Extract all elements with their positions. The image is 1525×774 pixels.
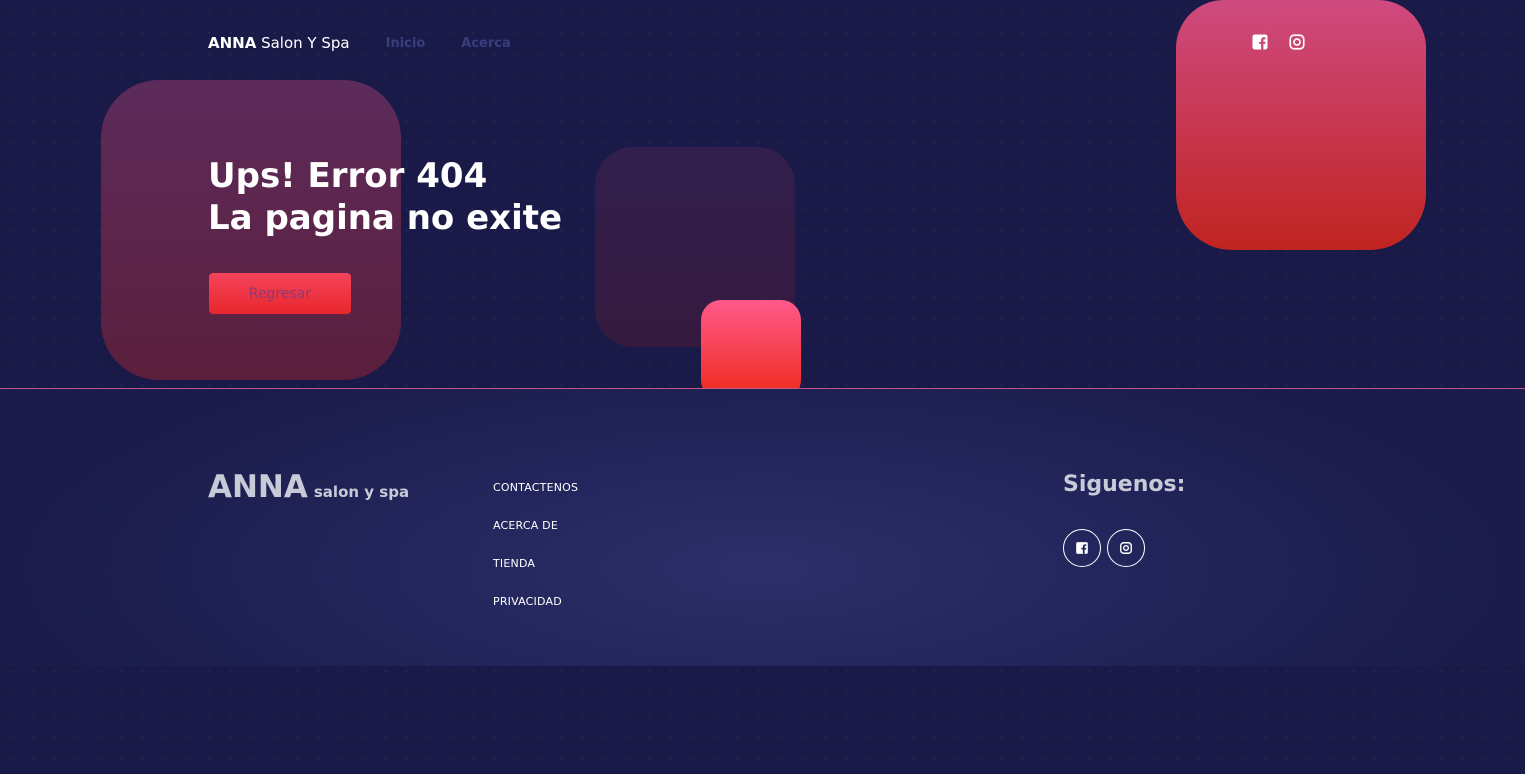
brand-name-rest: Salon Y Spa bbox=[256, 34, 350, 52]
error-subtitle: La pagina no exite bbox=[208, 198, 563, 238]
header-facebook-link[interactable] bbox=[1251, 33, 1269, 51]
footer-facebook-button[interactable] bbox=[1063, 529, 1101, 567]
footer-link-tienda[interactable]: TIENDA bbox=[493, 557, 535, 570]
error-headline: Ups! Error 404 La pagina no exite bbox=[208, 155, 562, 239]
footer-brand: ANNA salon y spa bbox=[208, 469, 409, 505]
instagram-icon bbox=[1120, 542, 1132, 554]
error-title: Ups! Error 404 bbox=[208, 156, 488, 196]
header-instagram-link[interactable] bbox=[1288, 33, 1306, 51]
facebook-icon bbox=[1076, 542, 1088, 554]
nav-link-inicio[interactable]: Inicio bbox=[386, 36, 426, 51]
decorative-shape-small bbox=[701, 300, 801, 388]
back-button[interactable]: Regresar bbox=[209, 273, 351, 314]
instagram-icon bbox=[1289, 34, 1305, 50]
hero-section: ANNA Salon Y Spa Inicio Acerca Ups! Erro… bbox=[0, 0, 1525, 388]
list-item: TIENDA bbox=[493, 552, 578, 590]
nav-link-acerca[interactable]: Acerca bbox=[461, 36, 510, 51]
footer-links: CONTACTENOS ACERCA DE TIENDA PRIVACIDAD bbox=[493, 476, 578, 628]
footer-instagram-button[interactable] bbox=[1107, 529, 1145, 567]
footer-social-links bbox=[1063, 529, 1145, 567]
facebook-icon bbox=[1252, 34, 1268, 50]
brand-name-bold: ANNA bbox=[208, 34, 257, 52]
top-navigation: ANNA Salon Y Spa Inicio Acerca bbox=[208, 32, 547, 54]
footer-brand-name: ANNA bbox=[208, 469, 308, 505]
footer-link-privacidad[interactable]: PRIVACIDAD bbox=[493, 595, 562, 608]
footer-link-contactenos[interactable]: CONTACTENOS bbox=[493, 481, 578, 494]
brand-logo[interactable]: ANNA Salon Y Spa bbox=[208, 34, 350, 52]
footer: ANNA salon y spa CONTACTENOS ACERCA DE TI… bbox=[0, 389, 1525, 666]
list-item: ACERCA DE bbox=[493, 514, 578, 552]
follow-title: Siguenos: bbox=[1063, 472, 1186, 497]
list-item: CONTACTENOS bbox=[493, 476, 578, 514]
header-social-links bbox=[1251, 33, 1306, 51]
footer-link-acerca-de[interactable]: ACERCA DE bbox=[493, 519, 558, 532]
list-item: PRIVACIDAD bbox=[493, 590, 578, 628]
footer-brand-tagline: salon y spa bbox=[313, 483, 410, 501]
